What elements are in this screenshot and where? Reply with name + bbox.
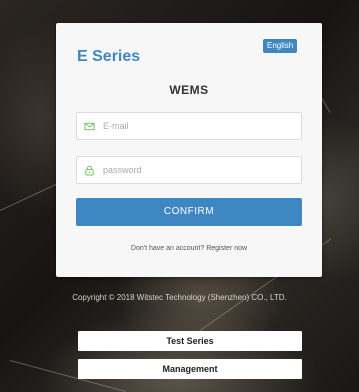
register-link[interactable]: Register now — [206, 245, 247, 252]
management-button[interactable]: Management — [78, 359, 302, 379]
copyright-text: Copyright © 2018 Witstec Technology (She… — [72, 293, 287, 302]
email-field[interactable] — [76, 112, 302, 140]
password-field[interactable] — [76, 156, 302, 184]
register-prompt-text: Don't have an account? — [130, 245, 205, 252]
language-button[interactable]: English — [263, 39, 298, 53]
brand-title: E Series — [77, 48, 141, 65]
email-icon — [84, 122, 95, 131]
register-prompt: Don't have an account? Register now — [56, 245, 322, 252]
login-card: E Series English WEMS CONFIRM Don't have… — [56, 23, 322, 277]
email-input[interactable] — [103, 113, 293, 139]
test-series-button[interactable]: Test Series — [78, 331, 302, 351]
password-input[interactable] — [103, 157, 293, 183]
lock-icon — [85, 165, 94, 176]
confirm-button[interactable]: CONFIRM — [76, 198, 302, 226]
page-subtitle: WEMS — [169, 83, 209, 97]
